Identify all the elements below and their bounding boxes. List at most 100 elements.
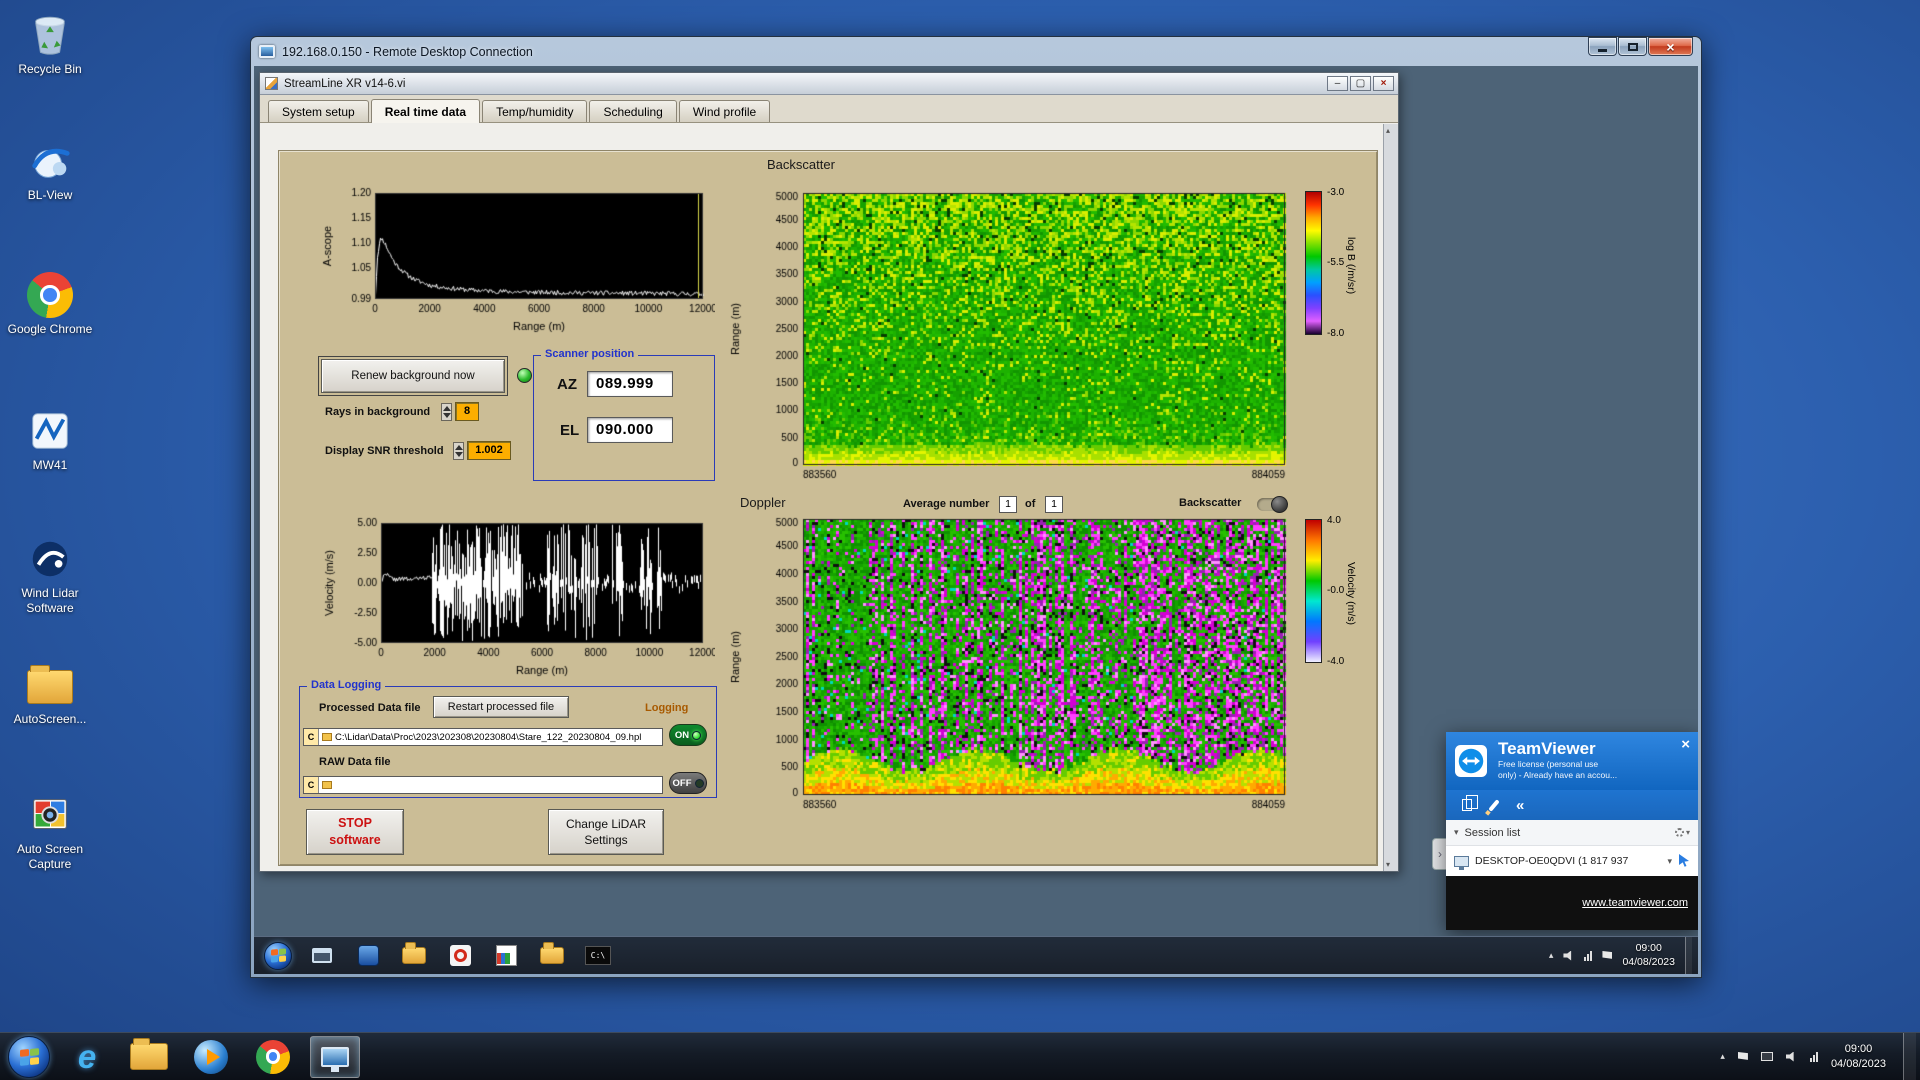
- whiteboard-icon[interactable]: [1488, 799, 1499, 812]
- backscatter-colorbar-label: log B (/m/sr): [1345, 191, 1357, 341]
- colorbar-tick: 4.0: [1327, 515, 1341, 526]
- clipboard-icon[interactable]: [1462, 799, 1472, 811]
- tab-scheduling[interactable]: Scheduling: [589, 100, 676, 122]
- logging-on-led: [692, 731, 701, 740]
- taskbar-ie-button[interactable]: e: [62, 1036, 112, 1078]
- mw41-icon: [27, 408, 73, 454]
- taskbar-window-app-button[interactable]: [306, 942, 338, 970]
- session-list-header[interactable]: ▾ Session list ▾: [1446, 820, 1698, 846]
- teamviewer-close-button[interactable]: ×: [1681, 736, 1690, 753]
- host-clock[interactable]: 09:00 04/08/2023: [1831, 1042, 1886, 1071]
- collapse-icon[interactable]: «: [1516, 798, 1524, 813]
- network-icon[interactable]: [1810, 1052, 1818, 1062]
- network-icon[interactable]: [1584, 951, 1592, 961]
- backscatter-toggle[interactable]: [1257, 498, 1287, 511]
- taskbar-explorer-button[interactable]: [536, 942, 568, 970]
- snr-threshold-value[interactable]: 1.002: [467, 441, 511, 460]
- icon-label: Recycle Bin: [2, 62, 98, 77]
- colorbar-tick: -5.5: [1327, 257, 1344, 268]
- doppler-colorbar-label: Velocity (m/s): [1345, 519, 1357, 669]
- change-lidar-settings-button[interactable]: Change LiDAR Settings: [548, 809, 664, 855]
- processed-data-file-path[interactable]: C C:\Lidar\Data\Proc\2023\202308\2023080…: [303, 728, 663, 746]
- processed-logging-toggle[interactable]: ON: [669, 724, 707, 746]
- restart-processed-file-button[interactable]: Restart processed file: [433, 696, 569, 718]
- tab-temp-humidity[interactable]: Temp/humidity: [482, 100, 587, 122]
- rdc-window: 192.168.0.150 - Remote Desktop Connectio…: [250, 36, 1702, 978]
- folder-icon: [130, 1043, 168, 1070]
- rdc-maximize-button[interactable]: [1618, 37, 1647, 56]
- vertical-scrollbar[interactable]: [1383, 124, 1398, 871]
- taskbar-chart-app-button[interactable]: [490, 942, 522, 970]
- wind-lidar-icon: [27, 536, 73, 582]
- start-button[interactable]: [8, 1036, 50, 1078]
- display-icon[interactable]: [1761, 1052, 1773, 1061]
- logging-label: Logging: [645, 702, 688, 714]
- tab-real-time-data[interactable]: Real time data: [371, 99, 480, 123]
- rdc-minimize-button[interactable]: [1588, 37, 1617, 56]
- rays-spinner[interactable]: [441, 403, 452, 421]
- tab-system-setup[interactable]: System setup: [268, 100, 369, 122]
- vi-minimize-button[interactable]: –: [1327, 76, 1348, 91]
- desktop-icon-recycle-bin[interactable]: Recycle Bin: [2, 12, 98, 77]
- icon-label: BL-View: [2, 188, 98, 203]
- volume-icon[interactable]: [1786, 1052, 1797, 1062]
- remote-clock[interactable]: 09:00 04/08/2023: [1622, 942, 1675, 969]
- stop-software-button[interactable]: STOP software: [306, 809, 404, 855]
- taskbar-power-app-button[interactable]: [444, 942, 476, 970]
- action-center-flag-icon[interactable]: [1602, 951, 1612, 960]
- desktop-icon-bl-view[interactable]: BL-View: [2, 138, 98, 203]
- el-label: EL: [560, 422, 579, 439]
- teamviewer-toolbar: «: [1446, 790, 1698, 820]
- action-center-flag-icon[interactable]: [1738, 1052, 1748, 1061]
- blue-app-icon: [358, 945, 379, 966]
- vi-close-button[interactable]: ×: [1373, 76, 1394, 91]
- average-number-field[interactable]: 1: [999, 496, 1017, 513]
- bl-view-icon: [27, 138, 73, 184]
- desktop-icon-google-chrome[interactable]: Google Chrome: [2, 272, 98, 337]
- session-dropdown-icon[interactable]: ▾: [1667, 856, 1672, 867]
- folder-icon: [540, 947, 564, 964]
- session-entry[interactable]: DESKTOP-OE0QDVI (1 817 937 ▾: [1446, 846, 1698, 876]
- backscatter-toggle-label: Backscatter: [1179, 497, 1241, 509]
- drive-selector[interactable]: C: [304, 777, 319, 793]
- desktop-icon-mw41[interactable]: MW41: [2, 408, 98, 473]
- remote-start-button[interactable]: [264, 942, 292, 970]
- renew-background-button[interactable]: Renew background now: [321, 359, 505, 393]
- teamviewer-expander[interactable]: ›: [1432, 838, 1447, 870]
- volume-icon[interactable]: [1563, 951, 1574, 961]
- raw-logging-toggle[interactable]: OFF: [669, 772, 707, 794]
- taskbar-cmd-button[interactable]: C:\: [582, 942, 614, 970]
- chrome-icon: [27, 272, 73, 318]
- tray-expand-icon[interactable]: ▴: [1720, 1051, 1725, 1062]
- show-desktop-button[interactable]: [1903, 1033, 1916, 1080]
- vi-maximize-button[interactable]: ▢: [1350, 76, 1371, 91]
- az-value[interactable]: 089.999: [587, 371, 673, 397]
- snr-spinner[interactable]: [453, 442, 464, 460]
- desktop-icon-wind-lidar[interactable]: Wind Lidar Software: [2, 536, 98, 616]
- drive-selector[interactable]: C: [304, 729, 319, 745]
- desktop-icon-autoscreen[interactable]: AutoScreen...: [2, 662, 98, 727]
- folder-icon: [402, 947, 426, 964]
- taskbar-rdp-button[interactable]: [310, 1036, 360, 1078]
- rdc-close-button[interactable]: ×: [1648, 37, 1693, 56]
- tray-expand-icon[interactable]: ▴: [1549, 950, 1554, 961]
- taskbar-explorer-button[interactable]: [124, 1036, 174, 1078]
- rays-in-background-value[interactable]: 8: [455, 402, 479, 421]
- remote-show-desktop-button[interactable]: [1685, 937, 1692, 974]
- tab-wind-profile[interactable]: Wind profile: [679, 100, 770, 122]
- desktop-icon-auto-screen-capture[interactable]: Auto Screen Capture: [2, 792, 98, 872]
- rdc-titlebar[interactable]: 192.168.0.150 - Remote Desktop Connectio…: [251, 37, 1701, 66]
- chrome-icon: [256, 1040, 290, 1074]
- rdc-window-title: 192.168.0.150 - Remote Desktop Connectio…: [282, 45, 533, 59]
- teamviewer-website-link[interactable]: www.teamviewer.com: [1582, 897, 1688, 909]
- settings-gear-icon[interactable]: [1675, 828, 1684, 837]
- el-value[interactable]: 090.000: [587, 417, 673, 443]
- host-taskbar: e ▴ 09:00 04/08/2023: [0, 1032, 1920, 1080]
- taskbar-folder-app-button[interactable]: [398, 942, 430, 970]
- of-field[interactable]: 1: [1045, 496, 1063, 513]
- raw-data-file-path[interactable]: C: [303, 776, 663, 794]
- taskbar-blue-app-button[interactable]: [352, 942, 384, 970]
- streamline-titlebar[interactable]: StreamLine XR v14-6.vi – ▢ ×: [260, 73, 1398, 95]
- taskbar-media-player-button[interactable]: [186, 1036, 236, 1078]
- taskbar-chrome-button[interactable]: [248, 1036, 298, 1078]
